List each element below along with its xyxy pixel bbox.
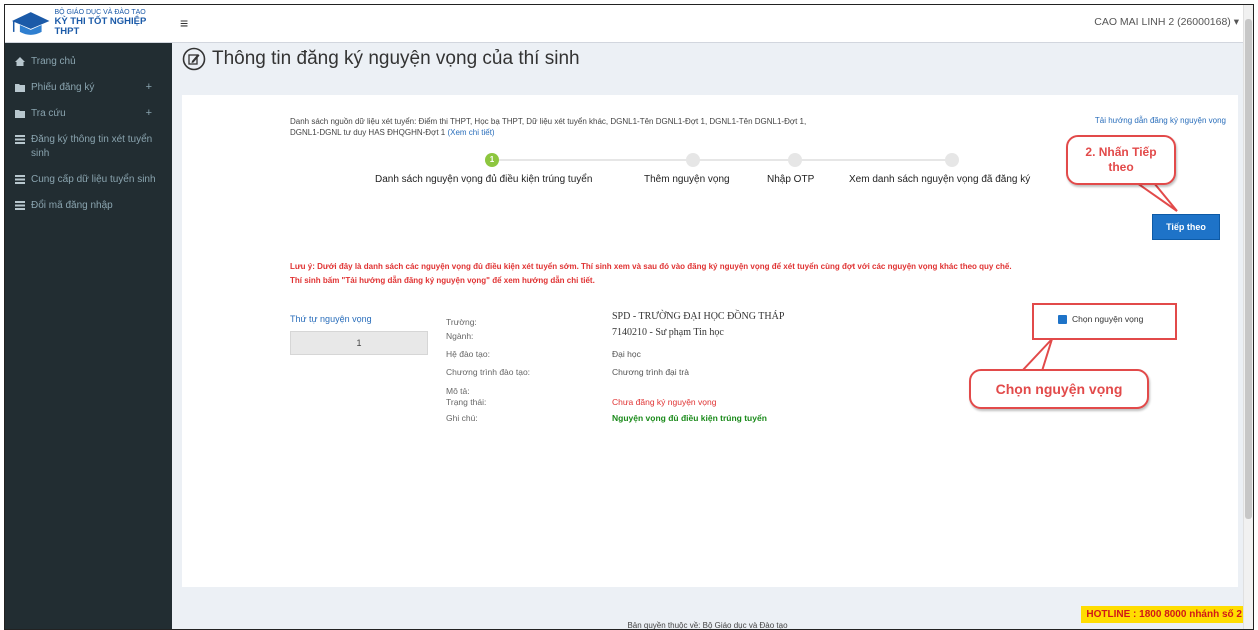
sidebar-item-label: Đăng ký thông tin xét tuyển sinh (31, 134, 153, 159)
sidebar-item-home[interactable]: Trang chủ (5, 49, 172, 75)
sidebar-item-change-password[interactable]: Đổi mã đăng nhập (5, 193, 172, 219)
sidebar: BỘ GIÁO DỤC VÀ ĐÀO TẠO KỲ THI TỐT NGHIỆP… (5, 5, 172, 629)
main-content: Thông tin đăng ký nguyện vọng của thí si… (172, 43, 1243, 629)
sidebar-menu: Trang chủ Phiếu đăng ký + Tra cứu + Đăng… (5, 49, 172, 219)
folder-icon (15, 84, 25, 92)
callout-next-step: 2. Nhấn Tiếp theo (1066, 135, 1176, 185)
list-icon (15, 175, 25, 184)
graduation-cap-icon (11, 11, 50, 35)
home-icon (15, 57, 25, 66)
sidebar-item-label: Cung cấp dữ liệu tuyển sinh (31, 174, 156, 185)
callout-next-line-2: theo (1108, 160, 1134, 174)
list-icon (15, 201, 25, 210)
sidebar-item-provide-data[interactable]: Cung cấp dữ liệu tuyển sinh (5, 167, 172, 193)
menu-toggle-icon[interactable]: ≡ (180, 15, 188, 31)
user-name: CAO MAI LINH 2 (26000168) (1094, 16, 1231, 28)
hotline-badge[interactable]: HOTLINE : 1800 8000 nhánh số 2 (1081, 606, 1247, 623)
caret-down-icon: ▾ (1233, 16, 1239, 28)
sidebar-item-label: Đổi mã đăng nhập (31, 200, 113, 211)
page-header: Thông tin đăng ký nguyện vọng của thí si… (182, 47, 580, 71)
app-window: BỘ GIÁO DỤC VÀ ĐÀO TẠO KỲ THI TỐT NGHIỆP… (4, 4, 1254, 630)
callout-next-line-1: 2. Nhấn Tiếp (1085, 145, 1157, 159)
sidebar-item-admission-info[interactable]: Đăng ký thông tin xét tuyển sinh (5, 127, 172, 167)
sidebar-item-label: Trang chủ (31, 56, 76, 67)
expand-icon[interactable]: + (146, 106, 152, 120)
folder-icon (15, 110, 25, 118)
topbar: ≡ CAO MAI LINH 2 (26000168) ▾ (172, 5, 1253, 43)
brand-title: KỲ THI TỐT NGHIỆP THPT (54, 15, 147, 38)
user-menu[interactable]: CAO MAI LINH 2 (26000168) ▾ (1094, 16, 1239, 28)
expand-icon[interactable]: + (146, 80, 152, 94)
brand[interactable]: BỘ GIÁO DỤC VÀ ĐÀO TẠO KỲ THI TỐT NGHIỆP… (5, 5, 172, 43)
registration-panel: Danh sách nguồn dữ liệu xét tuyển: Điểm … (182, 95, 1238, 587)
list-icon (15, 135, 25, 144)
sidebar-item-label: Tra cứu (31, 108, 66, 119)
sidebar-item-lookup[interactable]: Tra cứu + (5, 101, 172, 127)
page-title: Thông tin đăng ký nguyện vọng của thí si… (212, 48, 580, 69)
callout-choose: Chọn nguyện vọng (969, 369, 1149, 409)
scrollbar-thumb[interactable] (1245, 19, 1252, 519)
scrollbar[interactable] (1243, 5, 1253, 629)
sidebar-item-registration-form[interactable]: Phiếu đăng ký + (5, 75, 172, 101)
sidebar-item-label: Phiếu đăng ký (31, 82, 95, 93)
edit-icon (182, 47, 206, 71)
